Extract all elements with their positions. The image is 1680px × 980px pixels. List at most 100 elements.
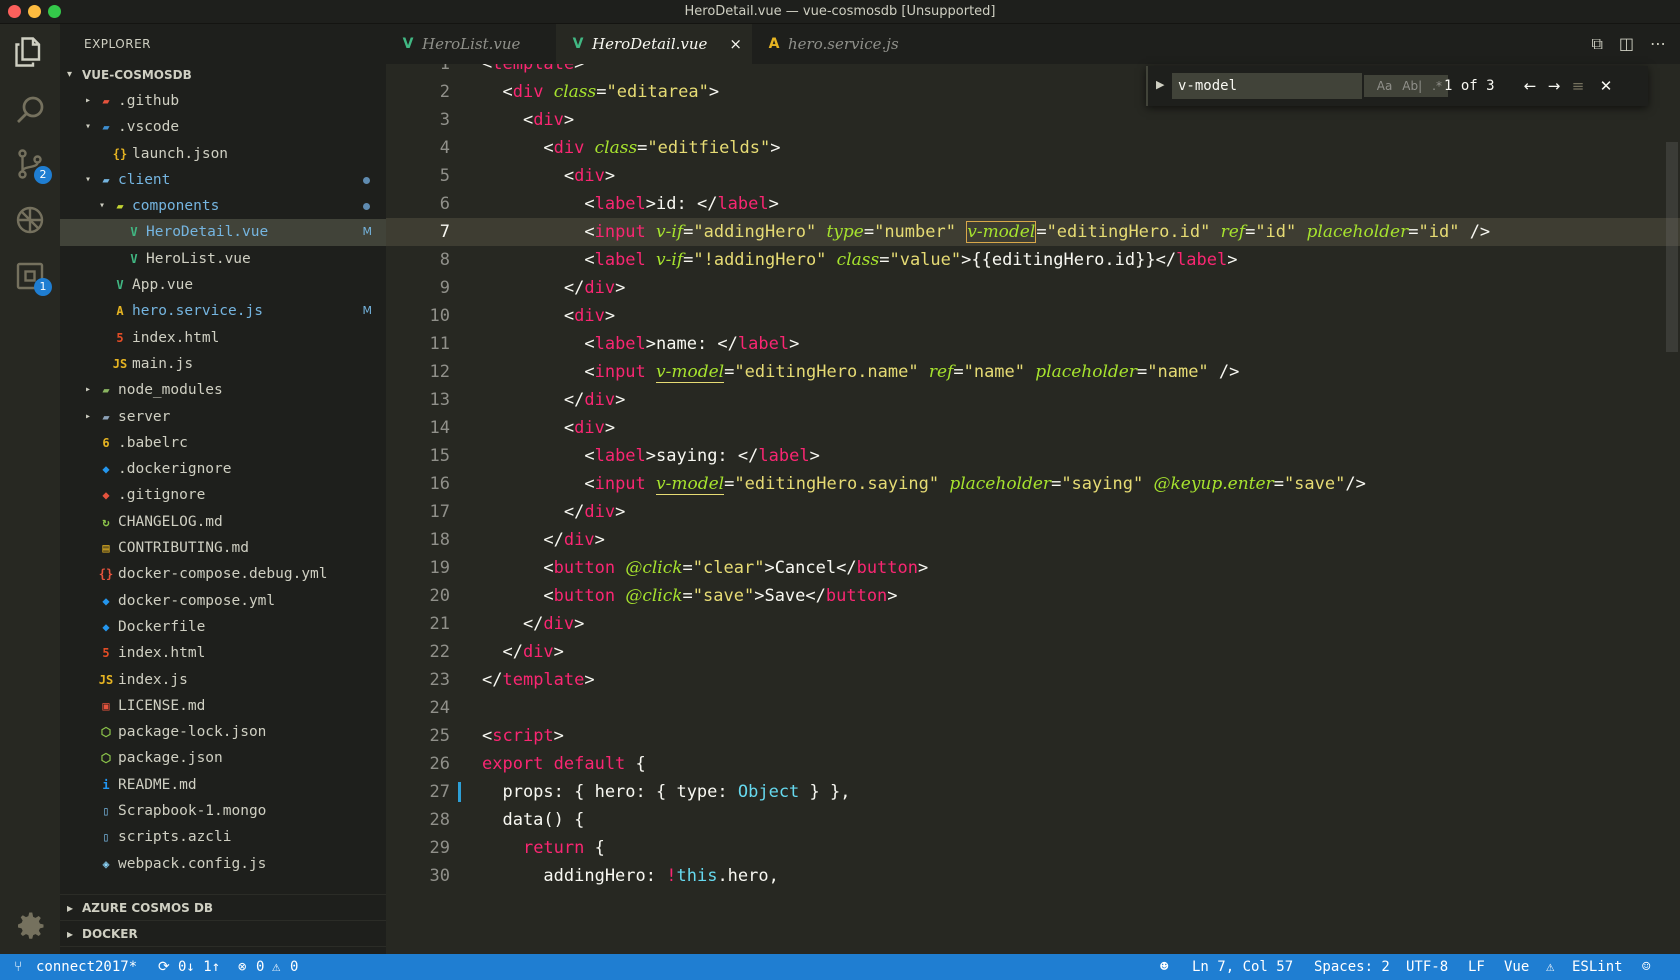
chevron-right-icon[interactable]: ▸ — [82, 88, 94, 114]
tab-hero-service[interactable]: A hero.service.js — [752, 24, 948, 64]
tree-item[interactable]: {} docker-compose.debug.yml — [60, 561, 386, 587]
end-of-line[interactable]: LF — [1468, 954, 1485, 980]
error-icon[interactable]: ⊗ — [238, 954, 246, 980]
gear-icon[interactable] — [12, 908, 48, 944]
code-line: 13 </div> — [386, 386, 1680, 414]
toggle-replace-icon[interactable]: ▶ — [1156, 78, 1164, 91]
tab-herodetail[interactable]: V HeroDetail.vue × — [556, 24, 752, 64]
tree-item[interactable]: ▸ ▰ .github — [60, 88, 386, 114]
code-editor[interactable]: 1 <template> 2 <div class="editarea"> 3 <… — [386, 64, 1680, 954]
editor-scrollbar-thumb[interactable] — [1666, 142, 1678, 352]
linter-status[interactable]: ESLint — [1572, 954, 1623, 980]
close-window-button[interactable] — [8, 5, 21, 18]
split-editor-icon[interactable]: ◫ — [1619, 34, 1634, 54]
tree-item[interactable]: JS index.js — [60, 667, 386, 693]
extensions-icon[interactable]: 1 — [12, 258, 52, 296]
debug-icon[interactable] — [12, 202, 48, 238]
section-docker[interactable]: DOCKER — [60, 920, 386, 947]
tree-item[interactable]: ▣ LICENSE.md — [60, 693, 386, 719]
tree-item[interactable]: i README.md — [60, 772, 386, 798]
tree-item[interactable]: ▯ Scrapbook-1.mongo — [60, 798, 386, 824]
json-icon: {} — [112, 146, 128, 161]
code-line: 27 props: { hero: { type: Object } }, — [386, 778, 1680, 806]
line-number: 20 — [429, 586, 450, 606]
tree-item[interactable]: {} launch.json — [60, 141, 386, 167]
tree-item[interactable]: ◆ .gitignore — [60, 482, 386, 508]
tree-item[interactable]: ◆ Dockerfile — [60, 614, 386, 640]
tree-item[interactable]: ◆ docker-compose.yml — [60, 588, 386, 614]
tree-item-label: .babelrc — [118, 434, 188, 451]
file-tree: ▸ ▰ .github ▾ ▰ .vscode{} launch.json ▾ ▰ client ▾… — [60, 88, 386, 894]
tab-herolist[interactable]: V HeroList.vue — [386, 24, 556, 64]
next-match-icon[interactable]: → — [1544, 76, 1564, 96]
sync-icon[interactable]: ⟳ — [158, 954, 170, 980]
open-changes-icon[interactable]: ⧉ — [1591, 34, 1602, 54]
section-azure-cosmos-db[interactable]: AZURE COSMOS DB — [60, 894, 386, 921]
tree-item[interactable]: ▸ ▰ node_modules — [60, 377, 386, 403]
tree-item[interactable]: V HeroList.vue — [60, 246, 386, 272]
language-mode[interactable]: Vue — [1504, 954, 1529, 980]
indentation[interactable]: Spaces: 2 — [1314, 954, 1390, 980]
workspace-root[interactable]: ▾ VUE-COSMOSDB — [60, 64, 386, 86]
previous-match-icon[interactable]: ← — [1520, 76, 1540, 96]
error-count[interactable]: 0 — [256, 954, 264, 980]
more-actions-icon[interactable]: ⋯ — [1650, 34, 1666, 54]
chevron-right-icon[interactable]: ▸ — [82, 377, 94, 403]
tree-item[interactable]: 5 index.html — [60, 325, 386, 351]
tree-item[interactable]: ▾ ▰ components — [60, 193, 386, 219]
overview-ruler[interactable] — [1666, 64, 1680, 954]
smiley-feedback-icon[interactable]: ☺ — [1642, 954, 1650, 980]
close-icon[interactable]: × — [729, 24, 742, 64]
tree-item[interactable]: ⬡ package-lock.json — [60, 719, 386, 745]
whole-word-toggle[interactable]: Ab| — [1402, 75, 1422, 97]
tree-item[interactable]: 6 .babelrc — [60, 430, 386, 456]
tree-item[interactable]: ▾ ▰ .vscode — [60, 114, 386, 140]
line-number: 3 — [439, 110, 450, 130]
title-bar: HeroDetail.vue — vue-cosmosdb [Unsupport… — [0, 0, 1680, 24]
tree-item[interactable]: ◆ .dockerignore — [60, 456, 386, 482]
tree-item[interactable]: 5 index.html — [60, 640, 386, 666]
line-number: 26 — [429, 754, 450, 774]
find-in-selection-icon[interactable]: ≡ — [1568, 76, 1588, 96]
chevron-down-icon[interactable]: ▾ — [96, 193, 108, 219]
explorer-icon[interactable] — [12, 34, 48, 70]
chevron-right-icon[interactable]: ▸ — [82, 404, 94, 430]
tree-item[interactable]: V App.vue — [60, 272, 386, 298]
search-icon[interactable] — [12, 92, 48, 128]
tree-item[interactable]: ⬡ package.json — [60, 745, 386, 771]
regex-toggle[interactable]: .* — [1432, 75, 1442, 97]
line-number: 27 — [429, 782, 450, 802]
tree-item[interactable]: ▯ scripts.azcli — [60, 824, 386, 850]
warning-count[interactable]: 0 — [290, 954, 298, 980]
tree-item[interactable]: V HeroDetail.vue M — [60, 219, 386, 246]
branch-icon[interactable]: ⑂ — [14, 954, 22, 980]
editor-actions: ⧉ ◫ ⋯ — [1591, 34, 1666, 54]
feedback-person-icon[interactable]: ☻ — [1160, 954, 1168, 980]
cursor-position[interactable]: Ln 7, Col 57 — [1192, 954, 1293, 980]
tree-item[interactable]: ▤ CONTRIBUTING.md — [60, 535, 386, 561]
tree-item[interactable]: ◈ webpack.config.js — [60, 851, 386, 877]
line-number: 12 — [429, 362, 450, 382]
tree-item-label: docker-compose.debug.yml — [118, 566, 328, 583]
branch-label[interactable]: connect2017* — [36, 954, 137, 980]
explorer-sidebar: EXPLORER ▾ VUE-COSMOSDB ▸ ▰ .github ▾ ▰ .vsco… — [60, 24, 386, 973]
tree-item[interactable]: JS main.js — [60, 351, 386, 377]
tree-item[interactable]: ▾ ▰ client — [60, 167, 386, 193]
find-input[interactable] — [1172, 73, 1362, 99]
tree-item[interactable]: ▸ ▰ server — [60, 404, 386, 430]
chevron-down-icon[interactable]: ▾ — [82, 167, 94, 193]
close-find-icon[interactable]: ✕ — [1596, 76, 1616, 96]
tree-item[interactable]: Ahero.service.js M — [60, 298, 386, 324]
minimize-window-button[interactable] — [28, 5, 41, 18]
encoding[interactable]: UTF-8 — [1406, 954, 1448, 980]
maximize-window-button[interactable] — [48, 5, 61, 18]
tree-item-label: index.js — [118, 671, 188, 688]
sync-status[interactable]: 0↓ 1↑ — [178, 954, 220, 980]
tree-item[interactable]: ↻ CHANGELOG.md — [60, 509, 386, 535]
warning-icon[interactable]: ⚠ — [272, 954, 280, 980]
docker-icon: ◆ — [102, 462, 110, 477]
window-controls[interactable] — [8, 5, 61, 18]
chevron-down-icon[interactable]: ▾ — [82, 114, 94, 140]
source-control-icon[interactable]: 2 — [12, 146, 52, 184]
match-case-toggle[interactable]: Aa — [1377, 75, 1393, 97]
